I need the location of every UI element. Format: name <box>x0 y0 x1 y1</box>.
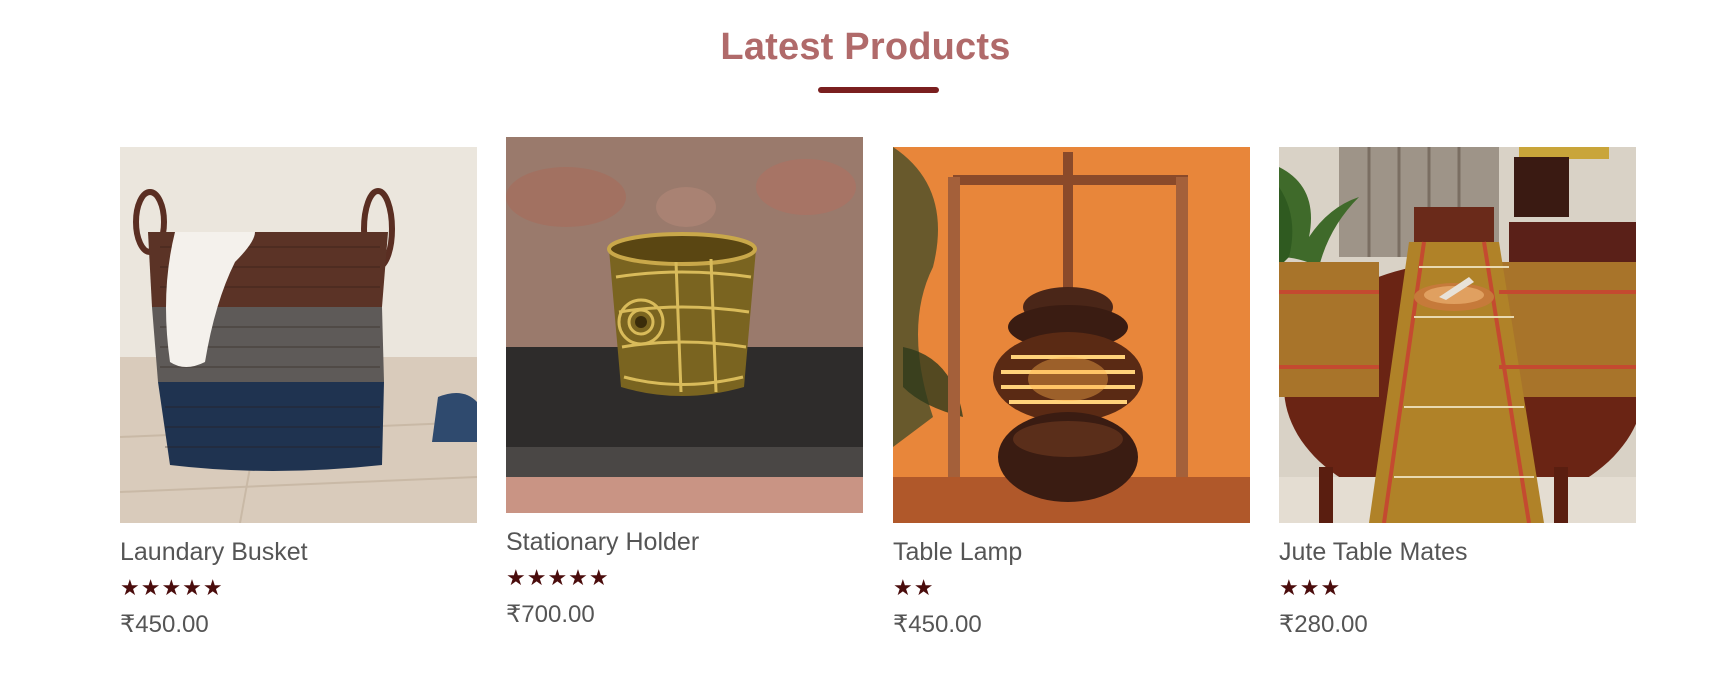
product-card-stationary-holder[interactable]: Stationary Holder ★★★★★ ₹700.00 <box>506 137 863 630</box>
product-price: ₹450.00 <box>120 611 209 638</box>
product-name[interactable]: Jute Table Mates <box>1279 537 1636 567</box>
star-rating: ★★★★★ <box>506 565 610 590</box>
table-lamp-illustration <box>893 147 1250 523</box>
laundry-basket-illustration <box>120 147 477 523</box>
table-mats-illustration <box>1279 147 1636 523</box>
product-name[interactable]: Table Lamp <box>893 537 1250 567</box>
laundry-basket-image[interactable] <box>120 147 477 523</box>
product-price: ₹700.00 <box>506 601 595 628</box>
table-lamp-image[interactable] <box>893 147 1250 523</box>
product-card-jute-table-mats[interactable]: Jute Table Mates ★★★ ₹280.00 <box>1279 147 1636 640</box>
star-rating: ★★★ <box>1279 575 1342 600</box>
product-price: ₹450.00 <box>893 611 982 638</box>
pen-holder-illustration <box>506 137 863 513</box>
product-card-table-lamp[interactable]: Table Lamp ★★ ₹450.00 <box>893 147 1250 640</box>
section-title: Latest Products <box>720 26 1011 68</box>
star-rating: ★★ <box>893 575 935 600</box>
title-underline <box>818 87 939 93</box>
table-mats-image[interactable] <box>1279 147 1636 523</box>
pen-holder-image[interactable] <box>506 137 863 513</box>
product-price: ₹280.00 <box>1279 611 1368 638</box>
product-card-laundry-basket[interactable]: Laundary Busket ★★★★★ ₹450.00 <box>120 147 477 640</box>
star-rating: ★★★★★ <box>120 575 224 600</box>
product-name[interactable]: Laundary Busket <box>120 537 477 567</box>
latest-products-section: Latest Products Laundary Busket ★★★★★ ₹4… <box>0 0 1731 679</box>
product-name[interactable]: Stationary Holder <box>506 527 863 557</box>
